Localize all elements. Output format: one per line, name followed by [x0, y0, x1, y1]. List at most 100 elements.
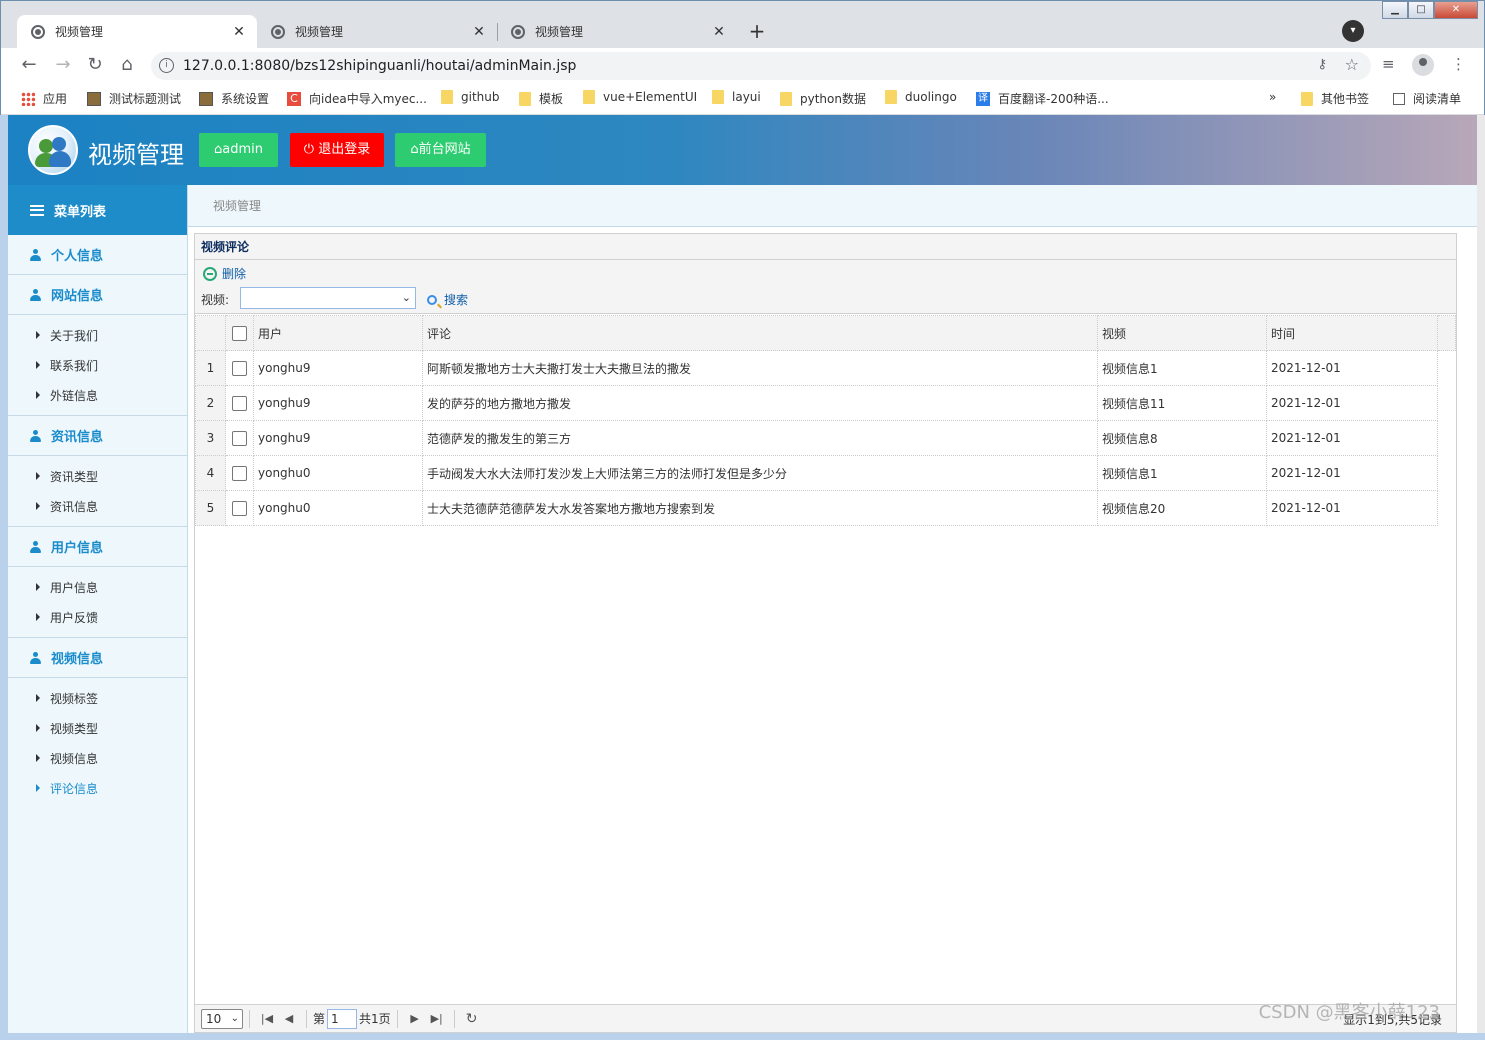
reading-list[interactable]: 阅读清单 — [1393, 90, 1461, 107]
table-row[interactable]: 3 yonghu9 范德萨发的撒发生的第三方 视频信息8 2021-12-01 — [195, 420, 1456, 456]
page-number-input[interactable]: 1 — [327, 1008, 358, 1029]
frontend-button-label: 前台网站 — [418, 142, 471, 157]
bookmark-item[interactable]: 译 百度翻译-200种语... — [976, 90, 1109, 107]
sidebar-item-contact[interactable]: 联系我们 — [8, 350, 187, 380]
column-header-time[interactable]: 时间 — [1266, 315, 1438, 351]
sidebar-item-video-tags[interactable]: 视频标签 — [8, 683, 187, 713]
apps-icon — [21, 91, 35, 106]
row-number: 4 — [195, 455, 226, 491]
close-icon[interactable]: ✕ — [711, 24, 727, 40]
sidebar-item-label: 资讯信息 — [50, 499, 99, 514]
sidebar-item-label: 联系我们 — [50, 358, 99, 373]
chevron-down-icon: ⌄ — [230, 1012, 239, 1024]
frontend-site-button[interactable]: ⌂前台网站 — [395, 133, 486, 167]
sidebar-item-about[interactable]: 关于我们 — [8, 320, 187, 350]
prev-page-icon[interactable]: ◀ — [278, 1012, 300, 1025]
row-checkbox[interactable] — [232, 465, 247, 481]
maximize-button[interactable]: □ — [1408, 1, 1434, 19]
group-label: 网站信息 — [51, 289, 104, 304]
bookmark-folder[interactable]: duolingo — [885, 90, 957, 104]
tab-title: 视频管理 — [55, 25, 104, 39]
sidebar-group-personal[interactable]: 个人信息 — [8, 235, 187, 275]
cell-time: 2021-12-01 — [1266, 455, 1438, 491]
bookmark-folder[interactable]: 模板 — [519, 90, 563, 107]
row-checkbox-cell — [225, 385, 254, 421]
sidebar-item-video-types[interactable]: 视频类型 — [8, 713, 187, 743]
reload-icon[interactable]: ↻ — [83, 53, 107, 77]
menu-kebab-icon[interactable]: ⋮ — [1451, 55, 1466, 73]
profile-avatar-icon[interactable] — [1412, 54, 1434, 76]
table-row[interactable]: 5 yonghu0 士大夫范德萨范德萨发大水发答案地方撒地方搜索到发 视频信息2… — [195, 490, 1456, 526]
comments-panel: 视频评论 删除 视频: ⌄ 搜索 用户 评论 视频 时间 1 yonghu9 阿… — [194, 233, 1457, 1033]
address-bar[interactable]: i 127.0.0.1:8080/bzs12shipinguanli/houta… — [151, 52, 1371, 80]
bookmark-folder[interactable]: vue+ElementUI — [583, 90, 697, 104]
next-page-icon[interactable]: ▶ — [404, 1012, 426, 1025]
globe-icon — [271, 24, 285, 39]
delete-button[interactable]: 删除 — [203, 265, 246, 282]
key-icon[interactable]: ⚷ — [1317, 57, 1327, 72]
bookmarks-overflow-button[interactable]: » — [1269, 90, 1276, 104]
sidebar-item-news[interactable]: 资讯信息 — [8, 491, 187, 521]
sidebar-item-news-types[interactable]: 资讯类型 — [8, 461, 187, 491]
column-header-user[interactable]: 用户 — [253, 315, 423, 351]
sidebar-item-feedback[interactable]: 用户反馈 — [8, 602, 187, 632]
first-page-icon[interactable]: |◀ — [256, 1012, 278, 1025]
home-icon[interactable]: ⌂ — [115, 53, 139, 77]
bookmark-label: 系统设置 — [221, 92, 270, 106]
tab-search-icon[interactable]: ▾ — [1342, 20, 1364, 42]
folder-icon — [885, 90, 897, 104]
search-button[interactable]: 搜索 — [427, 291, 468, 308]
row-checkbox[interactable] — [232, 500, 247, 516]
row-checkbox[interactable] — [232, 430, 247, 446]
table-row[interactable]: 2 yonghu9 发的萨芬的地方撒地方撒发 视频信息11 2021-12-01 — [195, 385, 1456, 421]
admin-button[interactable]: ⌂admin — [199, 133, 278, 167]
close-icon[interactable]: ✕ — [231, 24, 247, 40]
row-checkbox[interactable] — [232, 395, 247, 411]
sidebar-item-links[interactable]: 外链信息 — [8, 380, 187, 410]
bookmark-folder[interactable]: github — [441, 90, 499, 104]
sidebar-item-users[interactable]: 用户信息 — [8, 572, 187, 602]
row-checkbox[interactable] — [232, 360, 247, 376]
other-bookmarks[interactable]: 其他书签 — [1301, 90, 1369, 107]
bookmark-item[interactable]: C 向idea中导入myec... — [287, 90, 427, 107]
minimize-button[interactable]: ▁ — [1382, 1, 1408, 19]
sidebar-group-videos[interactable]: 视频信息 — [8, 638, 187, 678]
caret-right-icon — [36, 754, 40, 762]
page-size-select[interactable]: 10 ⌄ — [201, 1008, 243, 1029]
bookmark-item[interactable]: 测试标题测试 — [87, 90, 181, 107]
sidebar-group-users[interactable]: 用户信息 — [8, 527, 187, 567]
bookmark-star-icon[interactable]: ☆ — [1345, 55, 1359, 74]
page-scrollbar[interactable] — [1477, 115, 1485, 1033]
bookmark-item[interactable]: 系统设置 — [199, 90, 269, 107]
bookmark-folder[interactable]: python数据 — [780, 90, 866, 107]
window-close-button[interactable]: ✕ — [1434, 1, 1478, 19]
browser-tab[interactable]: 视频管理 ✕ — [17, 15, 257, 48]
admin-button-label: admin — [222, 142, 263, 157]
forward-icon[interactable]: → — [51, 53, 75, 77]
sidebar-group-news[interactable]: 资讯信息 — [8, 416, 187, 456]
select-all-checkbox[interactable] — [232, 325, 247, 341]
bookmark-folder[interactable]: layui — [712, 90, 761, 104]
site-info-icon[interactable]: i — [159, 58, 174, 73]
column-header-video[interactable]: 视频 — [1097, 315, 1267, 351]
video-filter-select[interactable]: ⌄ — [240, 287, 416, 309]
table-row[interactable]: 4 yonghu0 手动阀发大水大法师打发沙发上大师法第三方的法师打发但是多少分… — [195, 455, 1456, 491]
sidebar-submenu: 视频标签 视频类型 视频信息 评论信息 — [8, 678, 187, 808]
sidebar-item-comments[interactable]: 评论信息 — [8, 773, 187, 803]
sidebar-group-site[interactable]: 网站信息 — [8, 275, 187, 315]
media-control-icon[interactable]: ≡ — [1382, 55, 1395, 73]
bookmark-apps[interactable]: 应用 — [21, 90, 67, 107]
last-page-icon[interactable]: ▶| — [426, 1012, 448, 1025]
tab-title: 视频管理 — [535, 25, 584, 39]
new-tab-button[interactable]: + — [743, 18, 771, 46]
logout-button[interactable]: ⏻ 退出登录 — [290, 133, 384, 167]
folder-icon — [1301, 91, 1313, 106]
browser-tab[interactable]: 视频管理 ✕ — [257, 15, 497, 48]
table-row[interactable]: 1 yonghu9 阿斯顿发撒地方士大夫撒打发士大夫撒旦法的撒发 视频信息1 2… — [195, 350, 1456, 386]
back-icon[interactable]: ← — [17, 53, 41, 77]
column-header-comment[interactable]: 评论 — [422, 315, 1098, 351]
sidebar-item-videos[interactable]: 视频信息 — [8, 743, 187, 773]
browser-tab[interactable]: 视频管理 ✕ — [497, 15, 737, 48]
close-icon[interactable]: ✕ — [471, 24, 487, 40]
refresh-icon[interactable]: ↻ — [461, 1011, 483, 1027]
